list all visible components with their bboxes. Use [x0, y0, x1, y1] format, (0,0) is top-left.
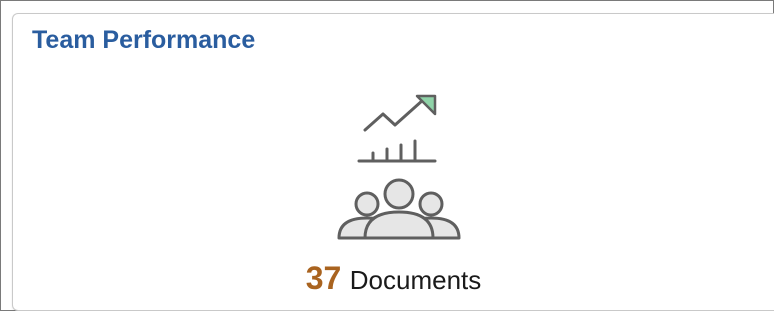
- tile-title: Team Performance: [32, 26, 256, 54]
- chart-trend-icon: [357, 98, 437, 163]
- trend-arrow-head-icon: [415, 94, 437, 116]
- screenshot-frame: Team Performance 37 Documents: [0, 0, 774, 311]
- document-count-label: Documents: [349, 265, 482, 295]
- team-performance-icon: [331, 92, 467, 242]
- document-count: 37 Documents: [13, 260, 774, 297]
- people-group-icon: [337, 178, 461, 240]
- document-count-number: 37: [305, 260, 342, 296]
- team-performance-tile[interactable]: Team Performance 37 Documents: [12, 13, 774, 311]
